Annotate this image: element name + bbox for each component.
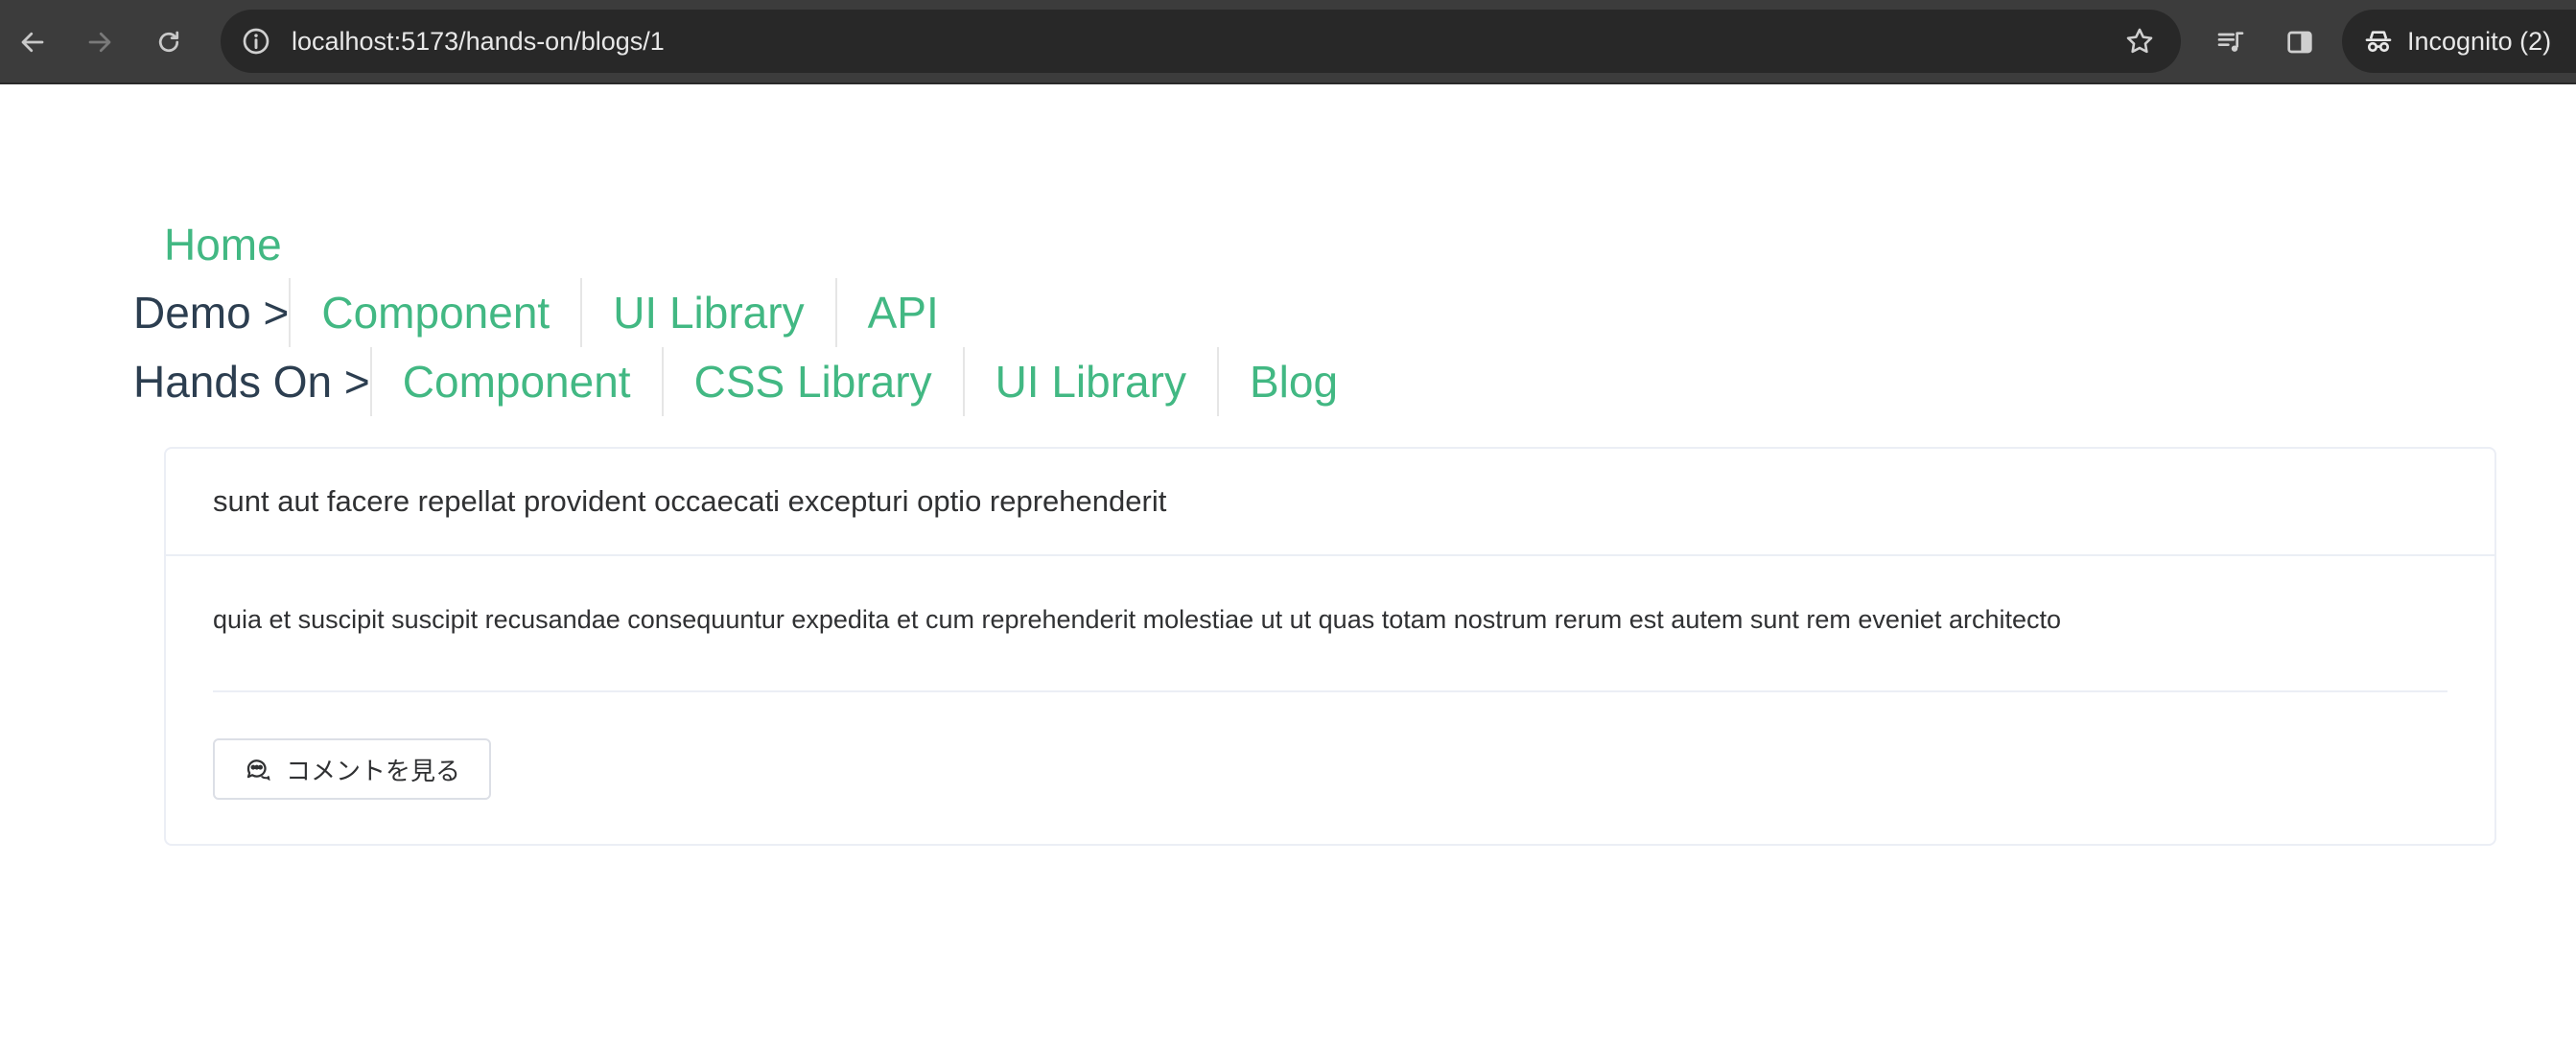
- site-info-icon[interactable]: [236, 21, 276, 61]
- side-panel-button[interactable]: [2275, 17, 2325, 67]
- side-panel-icon: [2287, 31, 2312, 54]
- nav-demo-prefix: Demo >: [133, 288, 290, 338]
- nav-hands-on-prefix: Hands On >: [133, 357, 370, 407]
- nav-demo-api-link[interactable]: API: [834, 278, 970, 347]
- nav-home-link[interactable]: Home: [164, 213, 282, 276]
- media-controls-button[interactable]: [2206, 17, 2256, 67]
- bookmark-star-icon[interactable]: [2119, 21, 2160, 61]
- nav-hands-on-component-link[interactable]: Component: [369, 347, 662, 416]
- view-comments-button[interactable]: コメントを見る: [213, 738, 491, 800]
- nav-hands-on-blog-link[interactable]: Blog: [1216, 347, 1369, 416]
- reload-icon: [158, 31, 179, 53]
- post-title: sunt aut facere repellat provident occae…: [166, 449, 2494, 556]
- queue-music-icon: [2217, 32, 2244, 52]
- blog-post-card: sunt aut facere repellat provident occae…: [164, 447, 2496, 846]
- nav-demo-ui-library-link[interactable]: UI Library: [580, 278, 834, 347]
- nav-demo-row: Demo > Component UI Library API: [133, 278, 970, 347]
- address-bar[interactable]: localhost:5173/hands-on/blogs/1: [221, 10, 2181, 73]
- view-comments-label: コメントを見る: [285, 757, 460, 786]
- forward-button[interactable]: [75, 17, 125, 67]
- incognito-profile-button[interactable]: Incognito (2): [2342, 10, 2576, 73]
- nav-hands-on-row: Hands On > Component CSS Library UI Libr…: [133, 347, 1369, 416]
- back-button[interactable]: [8, 17, 58, 67]
- nav-hands-on-ui-library-link[interactable]: UI Library: [962, 347, 1217, 416]
- browser-toolbar: localhost:5173/hands-on/blogs/1 Incognit…: [0, 0, 2576, 84]
- post-body: quia et suscipit suscipit recusandae con…: [166, 556, 2494, 800]
- nav-hands-on-css-library-link[interactable]: CSS Library: [661, 347, 963, 416]
- arrow-left-icon: [21, 32, 44, 53]
- incognito-label: Incognito (2): [2407, 26, 2552, 56]
- incognito-icon: [2363, 26, 2394, 57]
- nav-demo-component-link[interactable]: Component: [289, 278, 580, 347]
- arrow-right-icon: [88, 32, 111, 53]
- post-text: quia et suscipit suscipit recusandae con…: [213, 556, 2447, 692]
- chat-bubbles-icon: [244, 755, 272, 783]
- url-text[interactable]: localhost:5173/hands-on/blogs/1: [292, 10, 665, 73]
- reload-button[interactable]: [144, 17, 194, 67]
